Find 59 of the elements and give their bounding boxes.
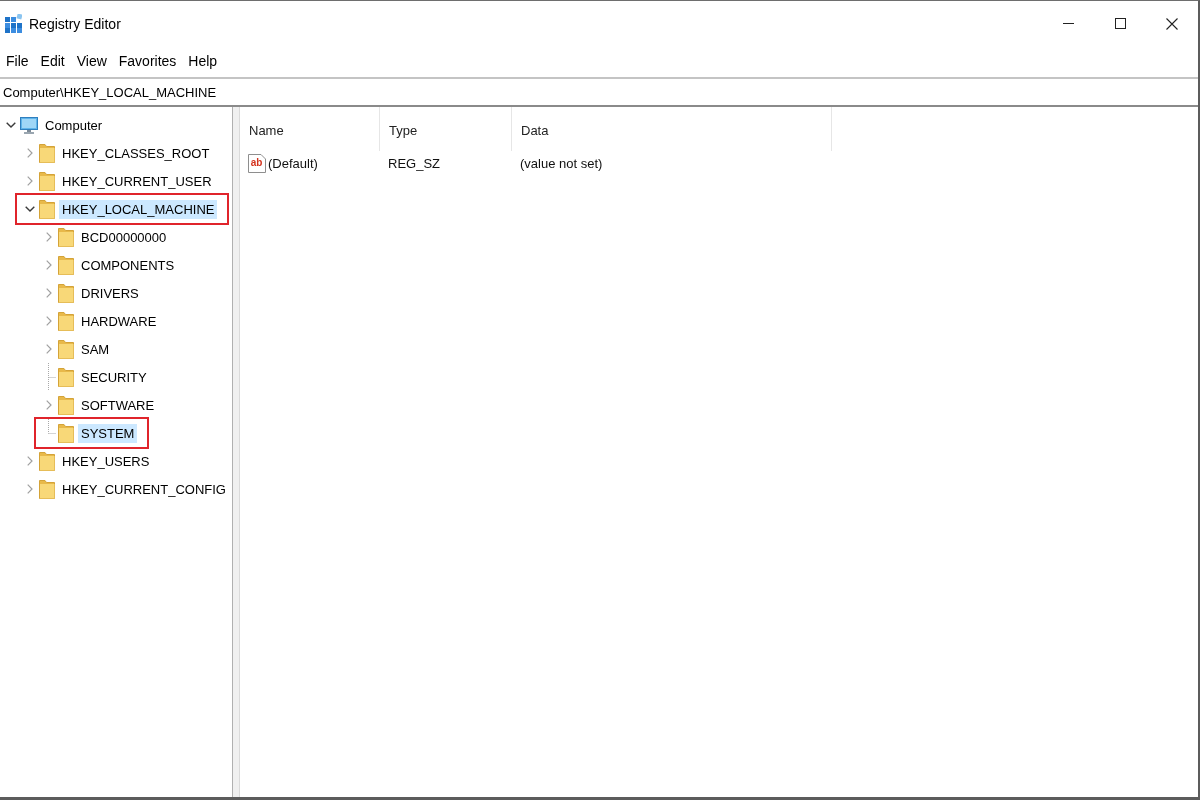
pane-splitter[interactable]	[232, 107, 240, 797]
folder-icon	[58, 339, 74, 359]
table-cell-text: (value not set)	[519, 154, 604, 173]
address-field[interactable]: Computer\HKEY_LOCAL_MACHINE	[0, 77, 1198, 107]
chevron-right-icon[interactable]	[27, 456, 33, 466]
tree-item[interactable]: COMPONENTS	[78, 255, 178, 275]
value-name[interactable]: (Default)	[268, 155, 318, 171]
tree-item[interactable]: SAM	[78, 339, 113, 359]
chevron-down-icon[interactable]	[6, 122, 16, 128]
chevron-down-icon[interactable]	[25, 206, 35, 212]
tree-item[interactable]: HKEY_LOCAL_MACHINE	[59, 199, 218, 219]
menu-item[interactable]: View	[70, 50, 113, 72]
folder-icon	[58, 283, 74, 303]
table-cell-text: REG_SZ	[387, 154, 441, 173]
chevron-right-icon[interactable]	[46, 316, 52, 326]
column-header[interactable]: Data	[512, 107, 832, 151]
tree-item[interactable]: Computer	[42, 115, 106, 135]
folder-icon	[39, 451, 55, 471]
string-value-icon: ab	[248, 153, 266, 173]
chevron-right-icon[interactable]	[46, 288, 52, 298]
close-icon	[1166, 17, 1178, 30]
chevron-right-icon[interactable]	[27, 176, 33, 186]
folder-icon	[39, 199, 55, 219]
folder-icon	[39, 171, 55, 191]
folder-icon	[58, 311, 74, 331]
column-header[interactable]: Type	[380, 107, 512, 151]
folder-icon	[39, 143, 55, 163]
chevron-right-icon[interactable]	[27, 484, 33, 494]
tree-item[interactable]: HKEY_USERS	[59, 451, 153, 471]
menu-item[interactable]: File	[0, 50, 35, 72]
menu-item[interactable]: Favorites	[112, 50, 183, 72]
tree-item[interactable]: HKEY_CURRENT_USER	[59, 171, 215, 191]
folder-icon	[58, 423, 74, 443]
window-title: Registry Editor	[29, 15, 121, 32]
chevron-right-icon[interactable]	[46, 260, 52, 270]
tree-item[interactable]: HKEY_CURRENT_CONFIG	[59, 479, 229, 499]
folder-icon	[39, 479, 55, 499]
cubes-icon	[5, 14, 22, 33]
tree-item[interactable]: DRIVERS	[78, 283, 142, 303]
folder-icon	[58, 227, 74, 247]
tree-item[interactable]: HARDWARE	[78, 311, 160, 331]
minimize-icon	[1062, 23, 1074, 24]
chevron-right-icon[interactable]	[46, 344, 52, 354]
chevron-right-icon[interactable]	[27, 148, 33, 158]
column-header[interactable]: Name	[240, 107, 380, 151]
chevron-right-icon[interactable]	[46, 232, 52, 242]
folder-icon	[58, 395, 74, 415]
tree-item[interactable]: SOFTWARE	[78, 395, 158, 415]
menu-item[interactable]: Edit	[34, 50, 71, 72]
tree-item[interactable]: HKEY_CLASSES_ROOT	[59, 143, 213, 163]
tree-item[interactable]: BCD00000000	[78, 227, 170, 247]
folder-icon	[58, 255, 74, 275]
chevron-right-icon[interactable]	[46, 400, 52, 410]
menu-item[interactable]: Help	[182, 50, 224, 72]
maximize-icon	[1114, 18, 1126, 29]
tree-item[interactable]: SECURITY	[78, 367, 150, 387]
tree-item[interactable]: SYSTEM	[78, 423, 138, 443]
monitor-icon	[20, 116, 38, 134]
folder-icon	[58, 367, 74, 387]
